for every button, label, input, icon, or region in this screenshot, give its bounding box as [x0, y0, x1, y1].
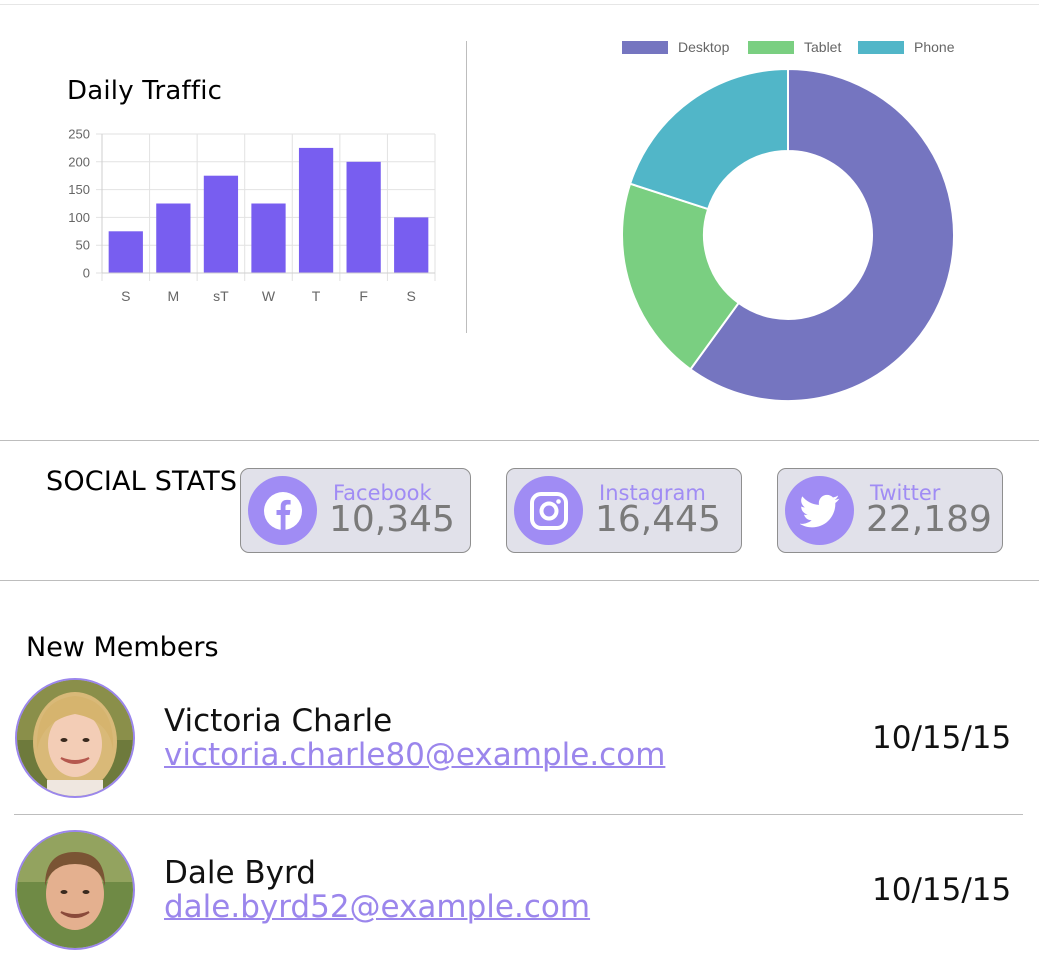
section-divider-2 — [0, 580, 1039, 581]
twitter-count: 22,189 — [866, 499, 992, 540]
member-join-date: 10/15/15 — [872, 872, 1012, 908]
twitter-icon — [785, 476, 854, 545]
pie-slice — [628, 67, 789, 211]
social-stats-title: SOCIAL STATS — [46, 466, 238, 497]
member-divider — [14, 814, 1023, 815]
facebook-count: 10,345 — [329, 499, 455, 540]
instagram-card[interactable]: Instagram 16,445 — [506, 468, 742, 553]
member-row: Dale Byrd dale.byrd52@example.com 10/15/… — [0, 828, 1039, 968]
member-email-link[interactable]: victoria.charle80@example.com — [164, 737, 665, 773]
legend-swatch — [748, 41, 794, 54]
facebook-icon — [248, 476, 317, 545]
new-members-title: New Members — [26, 632, 219, 663]
facebook-card[interactable]: Facebook 10,345 — [240, 468, 471, 553]
member-name: Victoria Charle — [164, 703, 393, 739]
avatar[interactable] — [15, 678, 135, 798]
device-donut-chart: Desktop Tablet Phone — [621, 39, 955, 402]
member-email-link[interactable]: dale.byrd52@example.com — [164, 889, 590, 925]
section-divider-1 — [0, 440, 1039, 441]
instagram-icon — [514, 476, 583, 545]
member-row: Victoria Charle victoria.charle80@exampl… — [0, 676, 1039, 816]
legend-label: Desktop — [678, 39, 730, 55]
member-name: Dale Byrd — [164, 855, 316, 891]
member-join-date: 10/15/15 — [872, 720, 1012, 756]
legend-label: Phone — [914, 39, 955, 55]
twitter-card[interactable]: Twitter 22,189 — [777, 468, 1003, 553]
legend-swatch — [622, 41, 668, 54]
instagram-count: 16,445 — [595, 499, 721, 540]
legend-swatch — [858, 41, 904, 54]
legend-label: Tablet — [804, 39, 841, 55]
avatar[interactable] — [15, 830, 135, 950]
